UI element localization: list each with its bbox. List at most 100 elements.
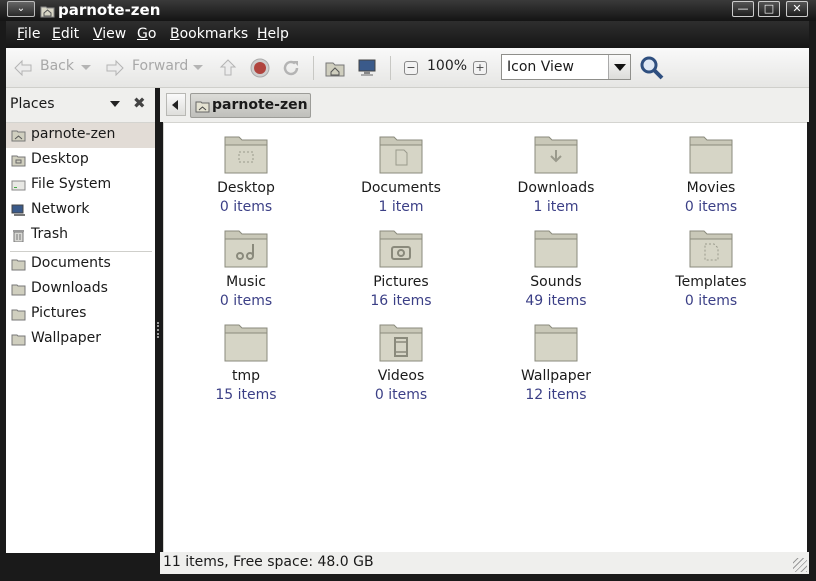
status-bar: 11 items, Free space: 48.0 GB (160, 552, 809, 574)
window-title: parnote-zen (58, 1, 161, 19)
minimize-button[interactable]: — (732, 1, 754, 17)
sidebar-item-label: parnote-zen (31, 126, 116, 142)
folder-item-music[interactable]: Music 0 items (186, 217, 306, 309)
reload-icon[interactable] (280, 57, 302, 79)
sidebar-header: Places ✖ (6, 88, 155, 120)
title-bar[interactable]: ⌄ parnote-zen — □ ✕ (0, 0, 816, 21)
chevron-down-icon[interactable] (608, 55, 630, 79)
back-history-dropdown-icon[interactable] (80, 61, 92, 73)
close-button[interactable]: ✕ (786, 1, 808, 17)
zoom-out-button[interactable]: − (404, 61, 418, 75)
sidebar-item-downloads[interactable]: Downloads (6, 277, 155, 302)
window-menu-button[interactable]: ⌄ (7, 1, 35, 17)
menu-file[interactable]: File (17, 26, 40, 42)
desktop-folder-icon (11, 155, 26, 167)
path-back-button[interactable] (166, 93, 186, 116)
videos-folder-icon (379, 324, 423, 362)
folder-item-count: 15 items (215, 387, 277, 403)
search-icon[interactable] (639, 55, 665, 81)
sidebar-item-trash[interactable]: Trash (6, 223, 155, 248)
forward-button[interactable]: Forward (132, 58, 188, 74)
folder-name: Wallpaper (520, 368, 592, 384)
folder-item-count: 49 items (525, 293, 587, 309)
sidebar-item-pictures[interactable]: Pictures (6, 302, 155, 327)
folder-icon (11, 284, 26, 296)
pictures-folder-icon (379, 230, 423, 268)
menu-bookmarks[interactable]: Bookmarks (170, 26, 248, 42)
templates-folder-icon (689, 230, 733, 268)
home-icon[interactable] (324, 57, 346, 79)
menu-help[interactable]: Help (257, 26, 289, 42)
menu-go[interactable]: Go (137, 26, 156, 42)
folder-item-count: 1 item (533, 199, 579, 215)
folder-icon (11, 259, 26, 271)
folder-name: Downloads (517, 180, 595, 196)
up-arrow-icon[interactable] (217, 57, 239, 79)
sidebar-item-documents[interactable]: Documents (6, 252, 155, 277)
sidebar-item-label: Wallpaper (31, 330, 102, 346)
folder-item-movies[interactable]: Movies 0 items (651, 123, 771, 215)
folder-icon (224, 324, 268, 362)
location-bar: parnote-zen (160, 88, 809, 122)
folder-name: Videos (377, 368, 425, 384)
sidebar-item-home[interactable]: parnote-zen (6, 123, 155, 148)
breadcrumb-home[interactable]: parnote-zen (190, 93, 311, 118)
places-list: parnote-zen Desktop File System Network … (6, 122, 155, 553)
folder-icon (11, 334, 26, 346)
folder-icon (689, 136, 733, 174)
sidebar-item-file-system[interactable]: File System (6, 173, 155, 198)
folder-item-count: 12 items (525, 387, 587, 403)
folder-item-count: 0 items (219, 293, 273, 309)
sidebar-item-wallpaper[interactable]: Wallpaper (6, 327, 155, 352)
back-arrow-icon (14, 59, 32, 77)
folder-item-tmp[interactable]: tmp 15 items (186, 311, 306, 403)
network-icon (11, 204, 25, 216)
sidebar-item-desktop[interactable]: Desktop (6, 148, 155, 173)
folder-item-pictures[interactable]: Pictures 16 items (341, 217, 461, 309)
sidebar-item-label: Documents (31, 255, 111, 271)
forward-history-dropdown-icon[interactable] (192, 61, 204, 73)
drive-icon (11, 180, 26, 191)
window-resize-grip[interactable] (793, 558, 807, 572)
folder-item-downloads[interactable]: Downloads 1 item (496, 123, 616, 215)
back-button[interactable]: Back (40, 58, 74, 74)
menu-view[interactable]: View (93, 26, 126, 42)
music-folder-icon (224, 230, 268, 268)
menu-edit[interactable]: Edit (52, 26, 79, 42)
trash-icon (13, 230, 24, 242)
folder-item-templates[interactable]: Templates 0 items (651, 217, 771, 309)
folder-name: Templates (675, 274, 747, 290)
folder-item-wallpaper[interactable]: Wallpaper 12 items (496, 311, 616, 403)
zoom-in-button[interactable]: + (473, 61, 487, 75)
folder-item-count: 0 items (684, 199, 738, 215)
toolbar: Back Forward − 100% + Icon View (6, 48, 809, 88)
maximize-button[interactable]: □ (758, 1, 780, 17)
chevron-down-icon[interactable] (110, 101, 120, 107)
folder-item-count: 1 item (378, 199, 424, 215)
sidebar-item-network[interactable]: Network (6, 198, 155, 223)
folder-item-count: 0 items (374, 387, 428, 403)
sidebar-resize-handle[interactable] (157, 322, 160, 338)
desktop-folder-icon (224, 136, 268, 174)
home-folder-icon (40, 6, 55, 18)
view-mode-select[interactable]: Icon View (501, 54, 631, 80)
folder-name: Documents (361, 180, 441, 196)
folder-name: tmp (231, 368, 260, 384)
sidebar-item-label: Trash (31, 226, 68, 242)
documents-folder-icon (379, 136, 423, 174)
folder-icon (534, 324, 578, 362)
stop-icon[interactable] (249, 57, 271, 79)
folder-item-sounds[interactable]: Sounds 49 items (496, 217, 616, 309)
folder-icon (11, 309, 26, 321)
folder-item-videos[interactable]: Videos 0 items (341, 311, 461, 403)
folder-item-desktop[interactable]: Desktop 0 items (186, 123, 306, 215)
close-sidebar-icon[interactable]: ✖ (133, 94, 146, 112)
sidebar: Places ✖ parnote-zen Desktop File System… (6, 88, 155, 553)
folder-item-documents[interactable]: Documents 1 item (341, 123, 461, 215)
icon-view: Desktop 0 items Documents 1 item Downloa… (163, 122, 807, 552)
file-manager-window: ⌄ parnote-zen — □ ✕ File Edit View Go Bo… (0, 0, 816, 581)
menu-bar: File Edit View Go Bookmarks Help (6, 21, 809, 48)
sidebar-item-label: Network (31, 201, 90, 217)
computer-icon[interactable] (356, 57, 378, 79)
toolbar-separator (390, 56, 391, 80)
